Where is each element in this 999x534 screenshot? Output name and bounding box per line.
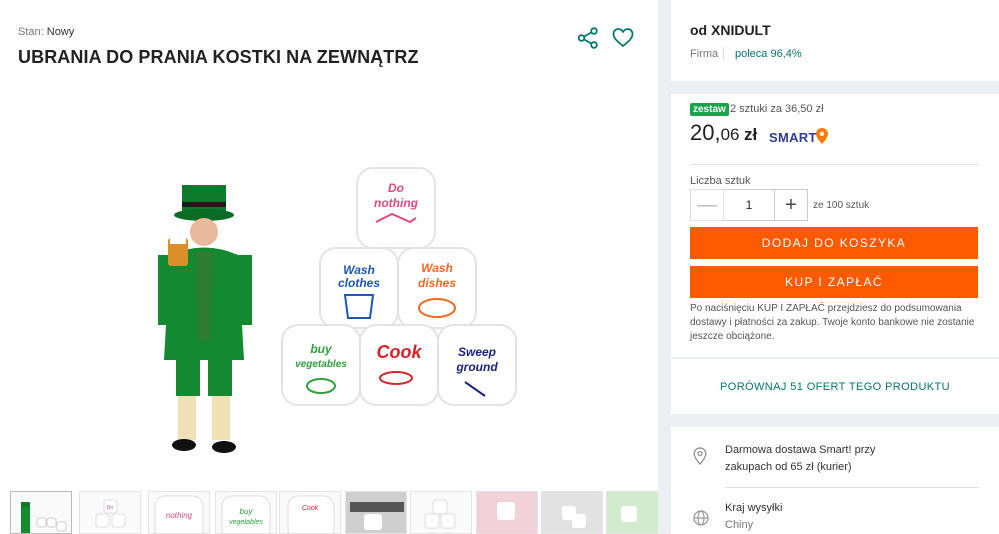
thumbnail-strip: Do nothing buy vegetables Cook	[10, 491, 658, 534]
price-integer: 20,	[690, 120, 721, 145]
condition: Stan: Nowy	[18, 26, 74, 38]
svg-text:vegetables: vegetables	[295, 359, 347, 370]
thumbnail[interactable]	[345, 491, 407, 534]
add-to-cart-button[interactable]: DODAJ DO KOSZYKA	[690, 227, 978, 259]
ship-country-label: Kraj wysyłki	[725, 502, 783, 514]
thumbnail[interactable]: nothing	[148, 491, 210, 534]
divider	[723, 47, 724, 60]
svg-text:buy: buy	[310, 342, 333, 356]
seller-name[interactable]: od XNIDULT	[690, 22, 771, 38]
thumbnail[interactable]: buy vegetables	[215, 491, 277, 534]
quantity-label: Liczba sztuk	[690, 175, 751, 187]
condition-value: Nowy	[46, 26, 75, 38]
buy-note: Po naciśnięciu KUP I ZAPŁAĆ przejdziesz …	[690, 303, 975, 342]
smart-logo: SMART	[769, 130, 817, 145]
buy-now-button[interactable]: KUP I ZAPŁAĆ	[690, 266, 978, 298]
product-gallery-card: Stan: Nowy UBRANIA DO PRANIA KOSTKI NA Z…	[0, 0, 658, 534]
price-decimal: 06	[720, 125, 740, 144]
quantity-available: ze 100 sztuk	[813, 200, 870, 211]
heart-icon[interactable]	[612, 27, 634, 49]
thumbnail[interactable]	[541, 491, 603, 534]
svg-text:Do: Do	[388, 181, 404, 195]
svg-text:Cook: Cook	[377, 342, 423, 362]
dice-pyramid: Do nothing Wash clothes Wash dishes buy …	[281, 167, 517, 406]
location-pin-icon	[693, 447, 707, 465]
condition-label: Stan:	[18, 26, 44, 38]
svg-text:Do: Do	[107, 505, 114, 511]
svg-text:Wash: Wash	[421, 261, 453, 275]
leprechaun-figure	[158, 185, 252, 453]
thumbnail[interactable]: Do	[79, 491, 141, 534]
quantity-input[interactable]: 1	[724, 190, 774, 220]
main-product-image[interactable]: Do nothing Wash clothes Wash dishes buy …	[140, 160, 520, 480]
seller-recommend-rate[interactable]: poleca 96,4%	[735, 48, 802, 60]
free-delivery-text: Darmowa dostawa Smart! przy zakupach od …	[725, 444, 876, 473]
svg-text:nothing: nothing	[374, 196, 419, 210]
svg-text:ground: ground	[455, 360, 498, 374]
thumbnail[interactable]	[476, 491, 538, 534]
set-badge: zestaw	[690, 103, 729, 116]
svg-text:dishes: dishes	[418, 276, 456, 290]
delivery-card: Darmowa dostawa Smart! przy zakupach od …	[671, 427, 999, 534]
price: 20,06 zł	[690, 120, 757, 146]
thumbnail[interactable]	[606, 491, 658, 534]
svg-text:Sweep: Sweep	[458, 345, 496, 359]
quantity-decrease-button[interactable]: —	[690, 189, 724, 221]
product-title: UBRANIA DO PRANIA KOSTKI NA ZEWNĄTRZ	[18, 47, 419, 67]
divider	[690, 164, 979, 165]
svg-text:vegetables: vegetables	[229, 519, 263, 526]
svg-text:Wash: Wash	[343, 263, 375, 277]
svg-text:nothing: nothing	[166, 511, 193, 520]
thumbnail[interactable]	[410, 491, 472, 534]
quantity-stepper: — 1 +	[690, 189, 808, 221]
divider	[725, 487, 979, 488]
compare-offers-link[interactable]: PORÓWNAJ 51 OFERT TEGO PRODUKTU	[671, 381, 999, 393]
seller-type: Firma	[690, 48, 719, 60]
share-icon[interactable]	[577, 27, 599, 49]
svg-text:buy: buy	[240, 507, 254, 516]
quantity-increase-button[interactable]: +	[774, 189, 808, 221]
svg-text:clothes: clothes	[338, 276, 380, 290]
price-currency: zł	[743, 125, 758, 144]
set-offer-text[interactable]: 2 sztuki za 36,50 zł	[730, 103, 824, 115]
globe-icon	[693, 510, 709, 526]
buy-box: zestaw 2 sztuki za 36,50 zł 20,06 zł SMA…	[671, 94, 999, 357]
compare-card: PORÓWNAJ 51 OFERT TEGO PRODUKTU	[671, 359, 999, 414]
ship-country-value: Chiny	[725, 519, 754, 531]
thumbnail[interactable]: Cook	[279, 491, 341, 534]
smart-pin-icon	[816, 128, 828, 144]
svg-text:Cook: Cook	[302, 505, 319, 512]
seller-card: od XNIDULT Firma poleca 96,4%	[671, 0, 999, 81]
thumbnail[interactable]	[10, 491, 72, 534]
